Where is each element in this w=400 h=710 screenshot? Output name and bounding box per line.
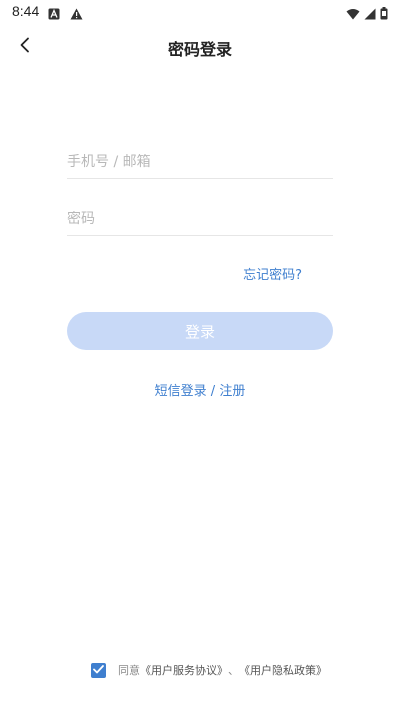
sms-register-links: 短信登录 / 注册	[0, 380, 400, 399]
checkmark-icon	[93, 664, 104, 677]
header: 密码登录	[0, 28, 400, 66]
register-link[interactable]: 注册	[219, 384, 245, 399]
agreement-joiner: 、	[228, 664, 239, 677]
agreement-checkbox[interactable]	[91, 662, 106, 678]
password-input[interactable]	[67, 211, 333, 227]
login-button[interactable]: 登录	[67, 312, 333, 350]
agreement-prefix: 同意	[118, 664, 140, 677]
privacy-policy-link[interactable]: 《用户隐私政策》	[239, 662, 327, 678]
agreement-row: 同意 《用户服务协议》 、 《用户隐私政策》	[91, 662, 327, 678]
phone-email-input[interactable]	[67, 154, 333, 170]
status-system-icons	[346, 5, 388, 24]
phone-email-field-container	[67, 138, 333, 179]
wifi-icon	[346, 5, 360, 24]
warning-icon	[70, 5, 83, 24]
link-separator: /	[206, 384, 220, 399]
sms-login-link[interactable]: 短信登录	[155, 384, 207, 399]
page-title: 密码登录	[167, 40, 232, 59]
a-notification-icon	[48, 5, 60, 24]
status-notification-icons	[48, 5, 83, 24]
password-field-container	[67, 195, 333, 236]
forgot-password-link[interactable]: 忘记密码?	[243, 264, 302, 283]
status-time: 8:44	[12, 3, 40, 19]
status-bar: 8:44	[0, 0, 400, 24]
battery-icon	[380, 5, 388, 24]
user-agreement-link[interactable]: 《用户服务协议》	[140, 662, 228, 678]
signal-icon	[364, 5, 376, 24]
